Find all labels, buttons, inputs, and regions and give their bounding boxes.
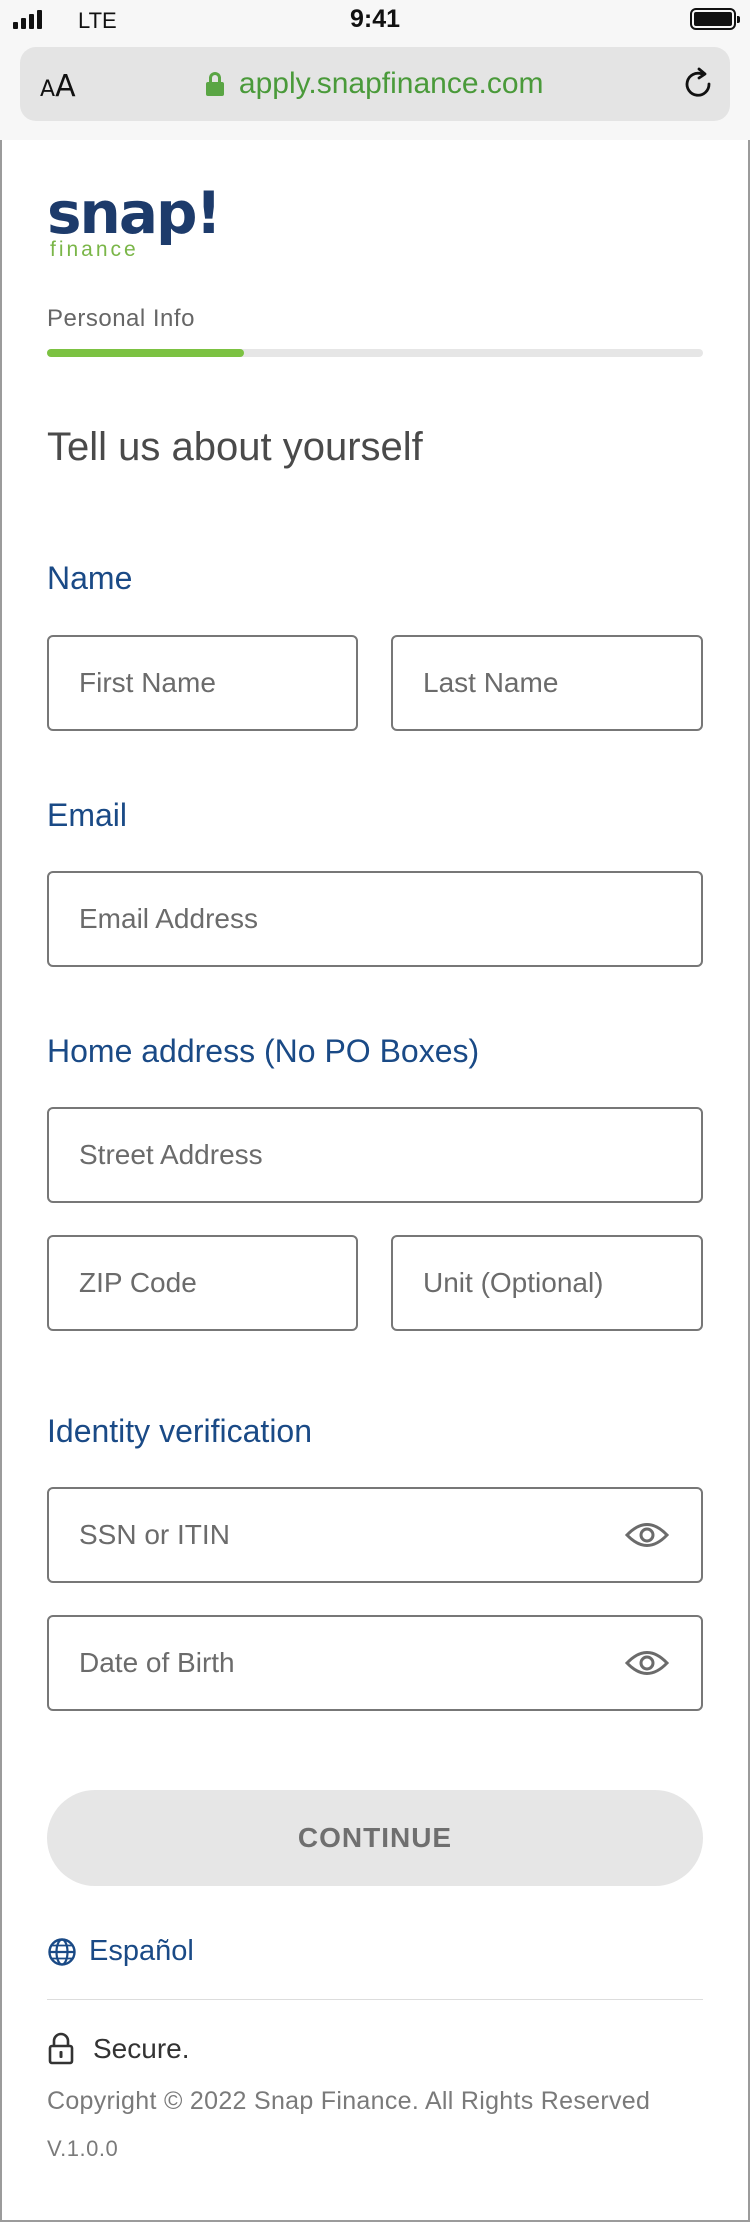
copyright-text: Copyright © 2022 Snap Finance. All Right… (47, 2087, 651, 2115)
zip-code-field (47, 1235, 358, 1331)
first-name-field (47, 635, 358, 731)
email-field (47, 871, 703, 967)
street-address-field (47, 1107, 703, 1203)
section-label-identity: Identity verification (47, 1413, 313, 1449)
battery-icon (690, 8, 740, 30)
email-input[interactable] (49, 873, 701, 965)
dob-field (47, 1615, 703, 1711)
unit-field (391, 1235, 703, 1331)
language-link[interactable]: Español (47, 1935, 194, 1968)
url-text: apply.snapfinance.com (238, 67, 544, 100)
last-name-field (391, 635, 703, 731)
section-label-email: Email (47, 797, 128, 833)
language-link-label: Español (89, 1935, 194, 1967)
zip-code-input[interactable] (49, 1237, 356, 1329)
status-bar: LTE 9:41 (0, 0, 750, 42)
lock-icon (206, 72, 225, 96)
address-bar[interactable]: AA apply.snapfinance.com (20, 47, 730, 121)
last-name-input[interactable] (393, 637, 701, 729)
first-name-input[interactable] (49, 637, 356, 729)
globe-icon (48, 1937, 76, 1966)
eye-icon[interactable] (625, 1520, 669, 1550)
page-title: Tell us about yourself (47, 425, 423, 469)
step-label: Personal Info (47, 305, 195, 332)
reload-icon[interactable] (680, 66, 716, 102)
version-text: V.1.0.0 (47, 2136, 119, 2161)
secure-label: Secure. (93, 2033, 190, 2064)
section-label-address: Home address (No PO Boxes) (47, 1033, 480, 1069)
secure-badge: Secure. (47, 2032, 190, 2066)
progress-bar (47, 349, 703, 357)
street-address-input[interactable] (49, 1109, 701, 1201)
eye-icon[interactable] (625, 1648, 669, 1678)
url-display[interactable]: apply.snapfinance.com (20, 67, 730, 101)
progress-fill (47, 349, 244, 357)
padlock-icon (48, 2032, 74, 2065)
dob-input[interactable] (49, 1617, 701, 1709)
footer-divider (47, 1999, 703, 2000)
browser-toolbar: AA apply.snapfinance.com (0, 42, 750, 140)
ssn-input[interactable] (49, 1489, 701, 1581)
logo-wordmark: snap! (47, 179, 222, 247)
ssn-field (47, 1487, 703, 1583)
section-label-name: Name (47, 560, 133, 596)
snap-finance-logo: snap! finance (47, 179, 222, 262)
status-time: 9:41 (349, 5, 401, 33)
unit-input[interactable] (393, 1237, 701, 1329)
continue-button[interactable]: CONTINUE (47, 1790, 703, 1886)
